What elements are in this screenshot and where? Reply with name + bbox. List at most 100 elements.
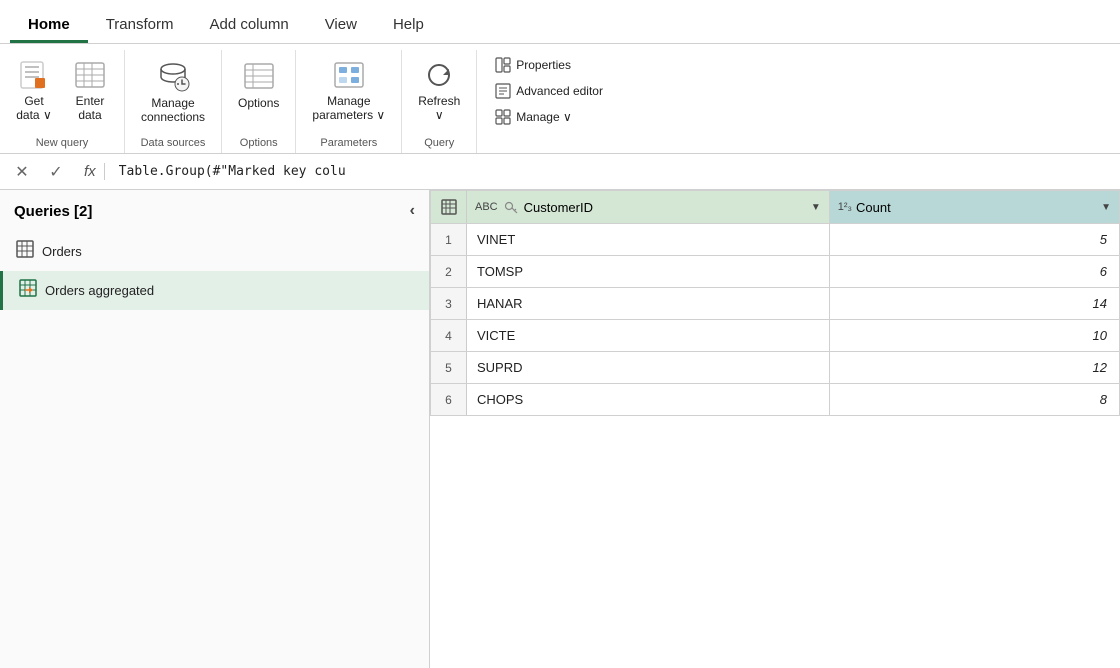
refresh-section: Refresh∨ Query [402, 50, 476, 153]
table-header-row: ABC CustomerID ▼ 1²₃ [431, 191, 1120, 224]
refresh-button[interactable]: Refresh∨ [410, 54, 468, 124]
customerid-type-icon: ABC [475, 201, 498, 213]
tab-home[interactable]: Home [10, 6, 88, 43]
count-cell: 14 [829, 288, 1119, 320]
refresh-icon [421, 58, 457, 92]
sidebar-collapse-button[interactable]: ‹ [410, 202, 415, 220]
table-row: 6CHOPS8 [431, 384, 1120, 416]
sidebar-item-orders[interactable]: Orders [0, 232, 429, 271]
ribbon-group-parameters: Manageparameters ∨ Parameters [296, 50, 402, 153]
count-column-header: 1²₃ Count ▼ [829, 191, 1119, 224]
key-icon [504, 200, 518, 214]
table-row: 4VICTE10 [431, 320, 1120, 352]
get-data-label: Getdata ∨ [16, 94, 51, 123]
tab-help[interactable]: Help [375, 6, 442, 43]
sidebar-header: Queries [2] ‹ [0, 190, 429, 232]
customerid-column-header: ABC CustomerID ▼ [467, 191, 830, 224]
ribbon-group-options: Options Options [222, 50, 296, 153]
customerid-dropdown-button[interactable]: ▼ [811, 202, 821, 213]
enter-data-button[interactable]: Enterdata [64, 54, 116, 124]
properties-icon [495, 57, 511, 73]
formula-confirm-button[interactable]: ✓ [42, 158, 70, 186]
tab-bar: Home Transform Add column View Help [0, 0, 1120, 44]
table-row: 5SUPRD12 [431, 352, 1120, 384]
row-number: 4 [431, 320, 467, 352]
customerid-cell: HANAR [467, 288, 830, 320]
ribbon-group-data-sources: Manageconnections Data sources [125, 50, 222, 153]
orders-label: Orders [42, 244, 82, 259]
count-type-icon: 1²₃ [838, 201, 852, 213]
header-corner [431, 191, 467, 224]
row-number: 3 [431, 288, 467, 320]
properties-button[interactable]: Properties [489, 54, 609, 76]
row-number: 2 [431, 256, 467, 288]
ribbon-group-query: Refresh∨ Query Properties [402, 50, 621, 153]
table-icon [441, 199, 457, 215]
ribbon-group-new-query: Getdata ∨ Enterdata New query [0, 50, 125, 153]
main-area: Queries [2] ‹ Orders [0, 190, 1120, 668]
ribbon-right-buttons: Properties Advanced editor Manag [476, 50, 621, 153]
properties-label: Properties [516, 58, 571, 72]
tab-view[interactable]: View [307, 6, 375, 43]
manage-connections-button[interactable]: Manageconnections [133, 54, 213, 124]
options-btn-label: Options [238, 96, 279, 110]
formula-cancel-button[interactable]: ✕ [8, 158, 36, 186]
ribbon: Getdata ∨ Enterdata New query [0, 44, 1120, 154]
query-group-label: Query [410, 133, 468, 153]
table-body: 1VINET52TOMSP63HANAR144VICTE105SUPRD126C… [431, 224, 1120, 416]
sidebar-title: Queries [2] [14, 203, 92, 220]
table-row: 2TOMSP6 [431, 256, 1120, 288]
customerid-cell: TOMSP [467, 256, 830, 288]
ribbon-buttons-new-query: Getdata ∨ Enterdata [8, 50, 116, 133]
manage-connections-label: Manageconnections [141, 96, 205, 125]
manage-parameters-button[interactable]: Manageparameters ∨ [304, 54, 393, 124]
count-cell: 6 [829, 256, 1119, 288]
tab-add-column[interactable]: Add column [191, 6, 306, 43]
manage-parameters-label: Manageparameters ∨ [312, 94, 385, 123]
new-query-label: New query [8, 133, 116, 153]
sidebar-item-orders-aggregated[interactable]: Orders aggregated [0, 271, 429, 310]
advanced-editor-label: Advanced editor [516, 84, 603, 98]
count-dropdown-button[interactable]: ▼ [1101, 202, 1111, 213]
ribbon-buttons-options: Options [230, 50, 287, 133]
count-cell: 10 [829, 320, 1119, 352]
data-table: ABC CustomerID ▼ 1²₃ [430, 190, 1120, 416]
options-button[interactable]: Options [230, 54, 287, 124]
fx-label: fx [76, 163, 105, 180]
table-row: 1VINET5 [431, 224, 1120, 256]
data-grid: ABC CustomerID ▼ 1²₃ [430, 190, 1120, 668]
orders-aggregated-icon [19, 279, 37, 302]
refresh-label: Refresh∨ [418, 94, 460, 123]
orders-table-icon [16, 240, 34, 263]
formula-bar: ✕ ✓ fx [0, 154, 1120, 190]
customerid-cell: VICTE [467, 320, 830, 352]
options-group-label: Options [230, 133, 287, 153]
table-row: 3HANAR14 [431, 288, 1120, 320]
count-cell: 5 [829, 224, 1119, 256]
formula-input[interactable] [111, 164, 1112, 179]
get-data-button[interactable]: Getdata ∨ [8, 54, 60, 124]
manage-icon [495, 109, 511, 125]
advanced-editor-button[interactable]: Advanced editor [489, 80, 609, 102]
sidebar: Queries [2] ‹ Orders [0, 190, 430, 668]
data-sources-label: Data sources [133, 133, 213, 153]
parameters-label: Parameters [304, 133, 393, 153]
count-cell: 8 [829, 384, 1119, 416]
tab-transform[interactable]: Transform [88, 6, 192, 43]
enter-data-label: Enterdata [76, 94, 105, 123]
options-icon [241, 58, 277, 94]
customerid-cell: VINET [467, 224, 830, 256]
row-number: 6 [431, 384, 467, 416]
customerid-col-name: CustomerID [524, 200, 593, 215]
row-number: 1 [431, 224, 467, 256]
orders-aggregated-label: Orders aggregated [45, 283, 154, 298]
manage-label: Manage ∨ [516, 110, 571, 124]
manage-button[interactable]: Manage ∨ [489, 106, 609, 128]
customerid-cell: CHOPS [467, 384, 830, 416]
advanced-editor-icon [495, 83, 511, 99]
ribbon-buttons-query: Refresh∨ [410, 50, 468, 133]
enter-data-icon [72, 58, 108, 92]
row-number: 5 [431, 352, 467, 384]
ribbon-buttons-data-sources: Manageconnections [133, 50, 213, 133]
count-cell: 12 [829, 352, 1119, 384]
